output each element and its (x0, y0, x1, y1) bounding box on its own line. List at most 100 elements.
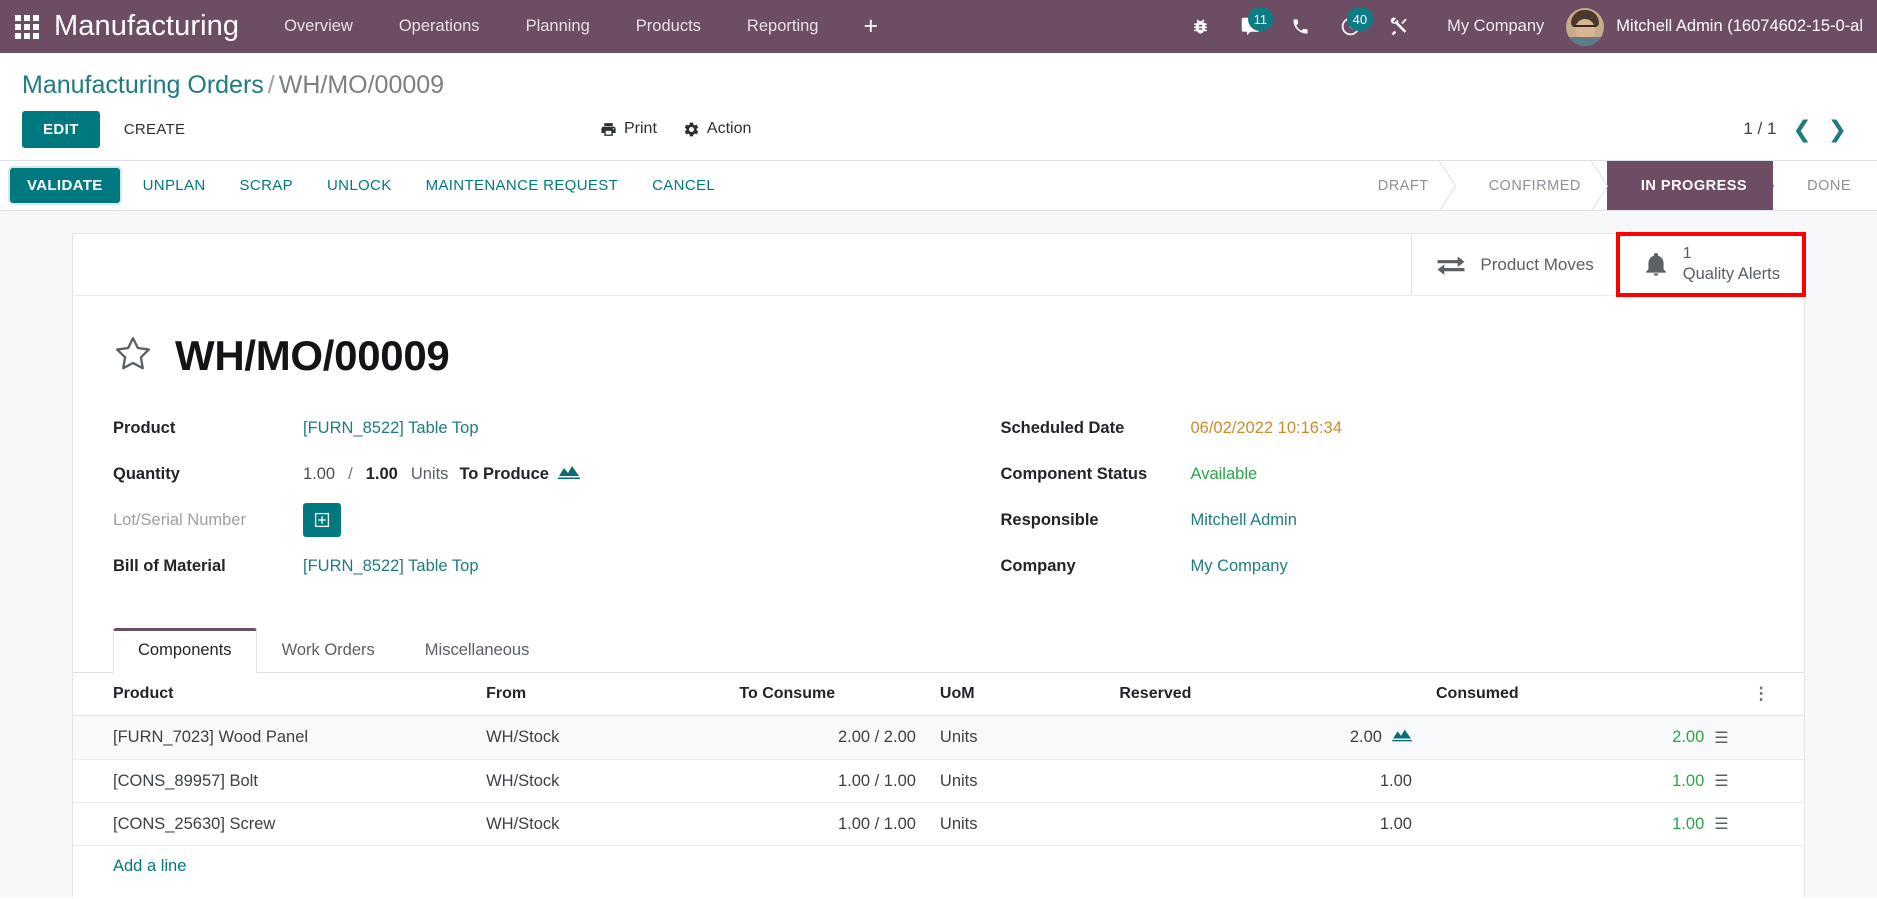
col-to-consume: To Consume (727, 673, 928, 716)
reserved-value: 2.00 (1349, 728, 1382, 746)
cell-from[interactable]: WH/Stock (474, 802, 728, 846)
optional-columns-dropdown[interactable]: ⋮ (1740, 673, 1804, 716)
consumed-value: 2.00 (1672, 728, 1705, 746)
unlock-button[interactable]: UNLOCK (310, 168, 409, 203)
cell-consumed[interactable]: 1.00 ☰ (1423, 759, 1741, 803)
menu-item-reporting[interactable]: Reporting (724, 0, 842, 53)
bell-icon (1646, 252, 1666, 276)
cell-reserved[interactable]: 1.00 (1107, 802, 1424, 846)
tab-work-orders[interactable]: Work Orders (257, 628, 400, 673)
cell-uom[interactable]: Units (927, 715, 1108, 760)
apps-grid-icon (15, 14, 39, 39)
status-stages: DRAFT CONFIRMED IN PROGRESS DONE (1351, 161, 1877, 210)
cell-product[interactable]: [CONS_89957] Bolt (73, 759, 475, 803)
stage-done[interactable]: DONE (1773, 161, 1877, 210)
star-outline-icon (116, 336, 150, 369)
menu-item-operations[interactable]: Operations (376, 0, 503, 53)
quality-alerts-label: Quality Alerts (1682, 265, 1780, 284)
cell-from[interactable]: WH/Stock (474, 715, 728, 760)
add-a-line-button[interactable]: Add a line (73, 846, 1804, 887)
breadcrumb-parent-link[interactable]: Manufacturing Orders (22, 71, 264, 99)
apps-menu-button[interactable] (0, 0, 54, 53)
validate-button[interactable]: VALIDATE (10, 168, 120, 203)
maintenance-request-button[interactable]: MAINTENANCE REQUEST (409, 168, 636, 203)
field-product-value[interactable]: [FURN_8522] Table Top (303, 419, 479, 438)
phone-button[interactable] (1275, 0, 1325, 53)
company-switcher[interactable]: My Company (1425, 17, 1566, 36)
cell-from[interactable]: WH/Stock (474, 759, 728, 803)
cell-consumed[interactable]: 1.00 ☰ (1423, 802, 1741, 846)
cell-reserved[interactable]: 1.00 (1107, 759, 1424, 803)
cell-row-actions (1740, 802, 1804, 846)
pager-next-button[interactable]: ❯ (1828, 117, 1847, 141)
menu-item-products[interactable]: Products (613, 0, 724, 53)
field-responsible-value[interactable]: Mitchell Admin (1191, 511, 1297, 530)
gear-icon (684, 122, 699, 136)
quantity-to-produce-value[interactable]: 1.00 (366, 465, 398, 484)
menu-item-overview[interactable]: Overview (261, 0, 376, 53)
form-sheet: Product Moves 1 Quality Alerts WH/MO/000… (72, 232, 1807, 897)
action-label: Action (706, 120, 752, 137)
table-row[interactable]: [FURN_7023] Wood Panel WH/Stock 2.00 / 2… (73, 715, 1804, 760)
list-lines-icon[interactable]: ☰ (1714, 728, 1728, 748)
tab-components[interactable]: Components (113, 628, 257, 673)
cell-to-consume[interactable]: 1.00 / 1.00 (727, 759, 928, 803)
forecast-area-chart-icon[interactable] (1392, 727, 1412, 748)
create-button[interactable]: CREATE (108, 112, 202, 147)
field-scheduled-date-value[interactable]: 06/02/2022 10:16:34 (1191, 419, 1342, 438)
tools-icon (1390, 17, 1407, 35)
form-column-left: Product [FURN_8522] Table Top Quantity 1… (113, 410, 939, 594)
table-row[interactable]: [CONS_89957] Bolt WH/Stock 1.00 / 1.00 U… (73, 759, 1804, 803)
field-company-value[interactable]: My Company (1191, 557, 1288, 576)
record-title-row: WH/MO/00009 (73, 296, 1804, 410)
cell-to-consume[interactable]: 1.00 / 1.00 (727, 802, 928, 846)
stage-confirmed[interactable]: CONFIRMED (1454, 161, 1609, 210)
tab-miscellaneous[interactable]: Miscellaneous (400, 628, 555, 673)
activities-button[interactable]: 40 (1325, 0, 1375, 53)
add-menu-button[interactable]: + (841, 0, 900, 53)
unplan-button[interactable]: UNPLAN (126, 168, 223, 203)
menu-item-planning[interactable]: Planning (503, 0, 613, 53)
field-scheduled-date-label: Scheduled Date (1000, 418, 1125, 437)
product-moves-smart-button[interactable]: Product Moves (1411, 234, 1617, 295)
quality-alerts-smart-button[interactable]: 1 Quality Alerts (1615, 232, 1807, 297)
field-component-status-label: Component Status (1000, 464, 1148, 483)
user-menu-button[interactable]: Mitchell Admin (16074602-15-0-al (1566, 7, 1873, 46)
cell-uom[interactable]: Units (927, 802, 1108, 846)
cancel-button[interactable]: CANCEL (635, 168, 732, 203)
stage-draft[interactable]: DRAFT (1351, 161, 1456, 210)
cell-uom[interactable]: Units (927, 759, 1108, 803)
top-navbar: Manufacturing Overview Operations Planni… (0, 0, 1877, 53)
action-dropdown[interactable]: Action (683, 120, 751, 138)
tools-button[interactable] (1375, 0, 1425, 53)
field-bom-value[interactable]: [FURN_8522] Table Top (303, 557, 479, 576)
page-title: WH/MO/00009 (175, 332, 450, 379)
create-lot-serial-button[interactable] (303, 503, 341, 537)
favorite-star-button[interactable] (113, 334, 153, 379)
cell-reserved[interactable]: 2.00 (1107, 715, 1424, 760)
edit-button[interactable]: EDIT (22, 110, 100, 148)
cell-consumed[interactable]: 2.00 ☰ (1423, 715, 1741, 760)
quantity-done[interactable]: 1.00 (303, 465, 335, 484)
list-lines-icon[interactable]: ☰ (1714, 814, 1728, 834)
product-moves-label: Product Moves (1480, 254, 1594, 274)
cell-product[interactable]: [CONS_25630] Screw (73, 802, 475, 846)
pager-previous-button[interactable]: ❮ (1792, 117, 1811, 141)
cell-to-consume[interactable]: 2.00 / 2.00 (727, 715, 928, 760)
stage-in-progress[interactable]: IN PROGRESS (1606, 161, 1775, 210)
field-quantity-value: 1.00 / 1.00 Units To Produce (303, 463, 580, 486)
forecast-area-chart-icon[interactable] (557, 463, 580, 486)
list-lines-icon[interactable]: ☰ (1714, 771, 1728, 791)
print-dropdown[interactable]: Print (600, 120, 657, 138)
table-row[interactable]: [CONS_25630] Screw WH/Stock 1.00 / 1.00 … (73, 802, 1804, 846)
field-scheduled-date: Scheduled Date 06/02/2022 10:16:34 (1001, 410, 1765, 446)
main-menu: Overview Operations Planning Products Re… (261, 0, 900, 53)
consumed-wrapper: 1.00 ☰ (1436, 814, 1728, 834)
app-brand-title[interactable]: Manufacturing (54, 10, 261, 43)
pager-nav: ❮ ❯ (1792, 117, 1847, 141)
product-moves-text: Product Moves (1480, 254, 1593, 275)
messages-button[interactable]: 11 (1225, 0, 1275, 53)
cell-product[interactable]: [FURN_7023] Wood Panel (73, 715, 475, 760)
scrap-button[interactable]: SCRAP (223, 168, 310, 203)
debug-menu-button[interactable] (1175, 0, 1225, 53)
